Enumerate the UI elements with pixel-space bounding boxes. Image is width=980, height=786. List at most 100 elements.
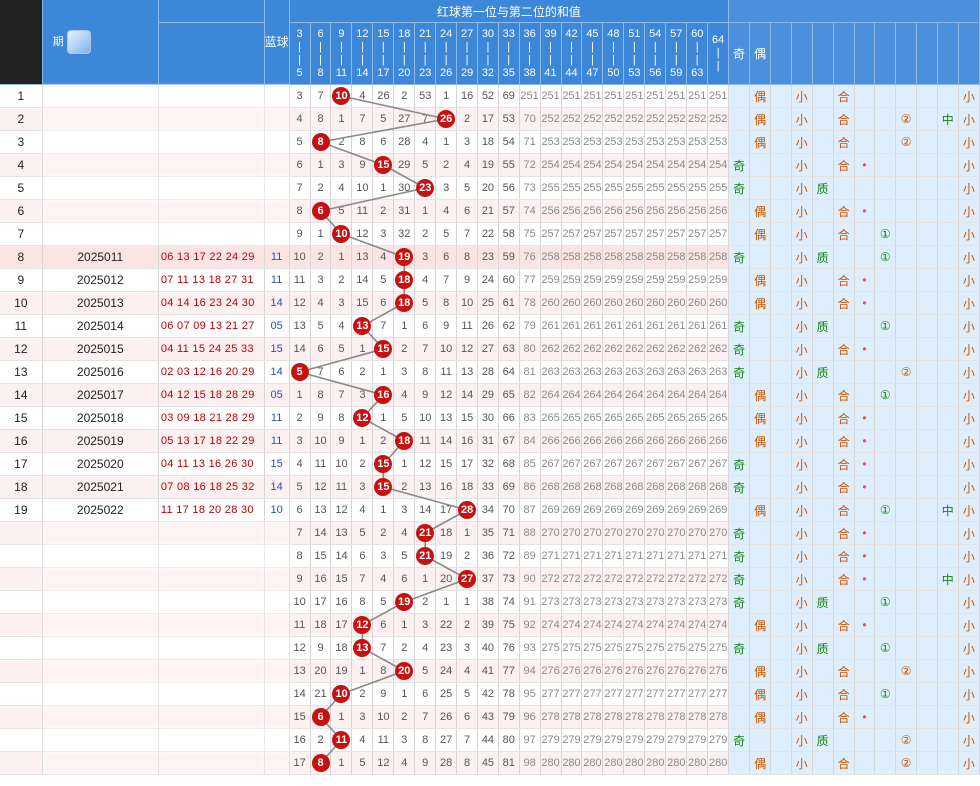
stat-header-6[interactable]	[854, 22, 876, 85]
value-cell: 61	[498, 291, 520, 315]
stat-header-7[interactable]	[874, 22, 897, 85]
value-cell: 251	[665, 84, 688, 108]
stat-header-2[interactable]	[770, 22, 792, 85]
value-cell: 7	[289, 521, 311, 545]
value-header-9[interactable]: 30 | | 32	[477, 22, 499, 85]
value-cell: 22	[435, 613, 458, 637]
stat-header-0[interactable]: 奇	[728, 22, 751, 85]
value-cell: 263	[602, 360, 625, 384]
value-cell: 73	[519, 176, 541, 200]
value-cell: 280	[644, 751, 667, 775]
value-cell: 1	[330, 107, 353, 131]
stat-cell	[895, 314, 918, 338]
value-cell-hit: 15	[372, 452, 395, 476]
value-cell: 280	[581, 751, 604, 775]
value-cell-hit: 28	[456, 498, 479, 522]
value-cell: 260	[540, 291, 562, 315]
value-cell: 9	[330, 429, 353, 453]
value-header-5[interactable]: 18 | | 20	[393, 22, 416, 85]
value-header-15[interactable]: 48 | | 50	[602, 22, 625, 85]
value-header-4[interactable]: 15 | | 17	[372, 22, 395, 85]
value-cell: 267	[665, 452, 688, 476]
stat-cell: •	[854, 705, 876, 729]
value-cell: 16	[310, 567, 332, 591]
row-red-numbers	[158, 636, 265, 660]
value-cell-hit: 8	[310, 130, 332, 154]
stat-cell	[916, 107, 938, 131]
value-cell: 5	[330, 199, 353, 223]
value-cell: 254	[686, 153, 709, 177]
stat-cell	[770, 590, 792, 614]
value-cell: 15	[351, 291, 374, 315]
value-cell: 273	[581, 590, 604, 614]
stat-header-3[interactable]	[791, 22, 813, 85]
value-cell: 28	[393, 130, 416, 154]
table-row: 13 20 19 1 8 20 5 24 4 41 77 94 276 276 276 276 276 276 27…	[0, 659, 980, 683]
value-cell: 263	[561, 360, 583, 384]
value-header-18[interactable]: 57 | | 59	[665, 22, 688, 85]
value-cell-hit: 19	[393, 245, 416, 269]
stat-cell: 合	[833, 544, 855, 568]
stat-header-4[interactable]	[812, 22, 834, 85]
value-header-20[interactable]: 64 | |	[707, 22, 730, 85]
value-cell: 258	[686, 245, 709, 269]
value-cell: 4	[414, 636, 437, 660]
row-red-numbers	[158, 705, 265, 729]
value-cell: 272	[644, 567, 667, 591]
value-header-13[interactable]: 42 | | 44	[561, 22, 583, 85]
row-issue	[42, 590, 159, 614]
table-row: 2 4 8 1 7 5 27 7 26 2 17 53 70 252 252 252 252 252 252 252…	[0, 107, 980, 131]
row-index	[0, 544, 43, 568]
issue-sort-icon[interactable]	[66, 30, 91, 54]
value-header-10[interactable]: 33 | | 35	[498, 22, 520, 85]
value-header-17[interactable]: 54 | | 56	[644, 22, 667, 85]
value-cell: 272	[602, 567, 625, 591]
value-cell: 268	[644, 475, 667, 499]
value-cell: 271	[707, 544, 730, 568]
value-cell: 261	[561, 314, 583, 338]
value-cell: 71	[498, 521, 520, 545]
stat-header-11[interactable]	[958, 22, 980, 85]
value-header-6[interactable]: 21 | | 23	[414, 22, 437, 85]
value-header-0[interactable]: 3 | | 5	[289, 22, 311, 85]
value-cell: 260	[581, 291, 604, 315]
value-header-12[interactable]: 39 | | 41	[540, 22, 562, 85]
stat-cell	[812, 199, 834, 223]
value-cell: 258	[644, 245, 667, 269]
table-row: 9 16 15 7 4 6 1 20 27 37 73 90 272 272 272 272 272 272 272…	[0, 567, 980, 591]
row-index	[0, 521, 43, 545]
value-cell: 9	[351, 153, 374, 177]
stat-cell	[833, 314, 855, 338]
value-header-16[interactable]: 51 | | 53	[623, 22, 646, 85]
stat-cell	[812, 383, 834, 407]
value-cell: 274	[602, 613, 625, 637]
value-cell: 63	[498, 337, 520, 361]
value-cell: 275	[644, 636, 667, 660]
stat-header-9[interactable]	[916, 22, 938, 85]
value-cell: 272	[665, 567, 688, 591]
stat-cell: 偶	[749, 751, 772, 775]
stat-header-1[interactable]: 偶	[749, 22, 772, 85]
stat-cell: 合	[833, 567, 855, 591]
stat-cell: 小	[791, 659, 813, 683]
value-header-19[interactable]: 60 | | 63	[686, 22, 709, 85]
value-header-2[interactable]: 9 | | 11	[330, 22, 353, 85]
value-cell: 9	[435, 314, 458, 338]
value-cell: 10	[330, 452, 353, 476]
value-cell: 5	[414, 153, 437, 177]
stat-header-10[interactable]	[937, 22, 959, 85]
value-header-7[interactable]: 24 | | 26	[435, 22, 458, 85]
stat-header-8[interactable]	[895, 22, 918, 85]
row-index: 7	[0, 222, 43, 246]
value-header-3[interactable]: 12 | | 14	[351, 22, 374, 85]
value-cell: 265	[665, 406, 688, 430]
value-cell: 11	[330, 475, 353, 499]
row-issue: 2025016	[42, 360, 159, 384]
value-header-1[interactable]: 6 | | 8	[310, 22, 332, 85]
stat-header-5[interactable]	[833, 22, 855, 85]
value-header-14[interactable]: 45 | | 47	[581, 22, 604, 85]
value-header-11[interactable]: 36 | | 38	[519, 22, 541, 85]
value-header-8[interactable]: 27 | | 29	[456, 22, 479, 85]
issue-header[interactable]: 期	[42, 0, 159, 85]
value-cell: 251	[623, 84, 646, 108]
